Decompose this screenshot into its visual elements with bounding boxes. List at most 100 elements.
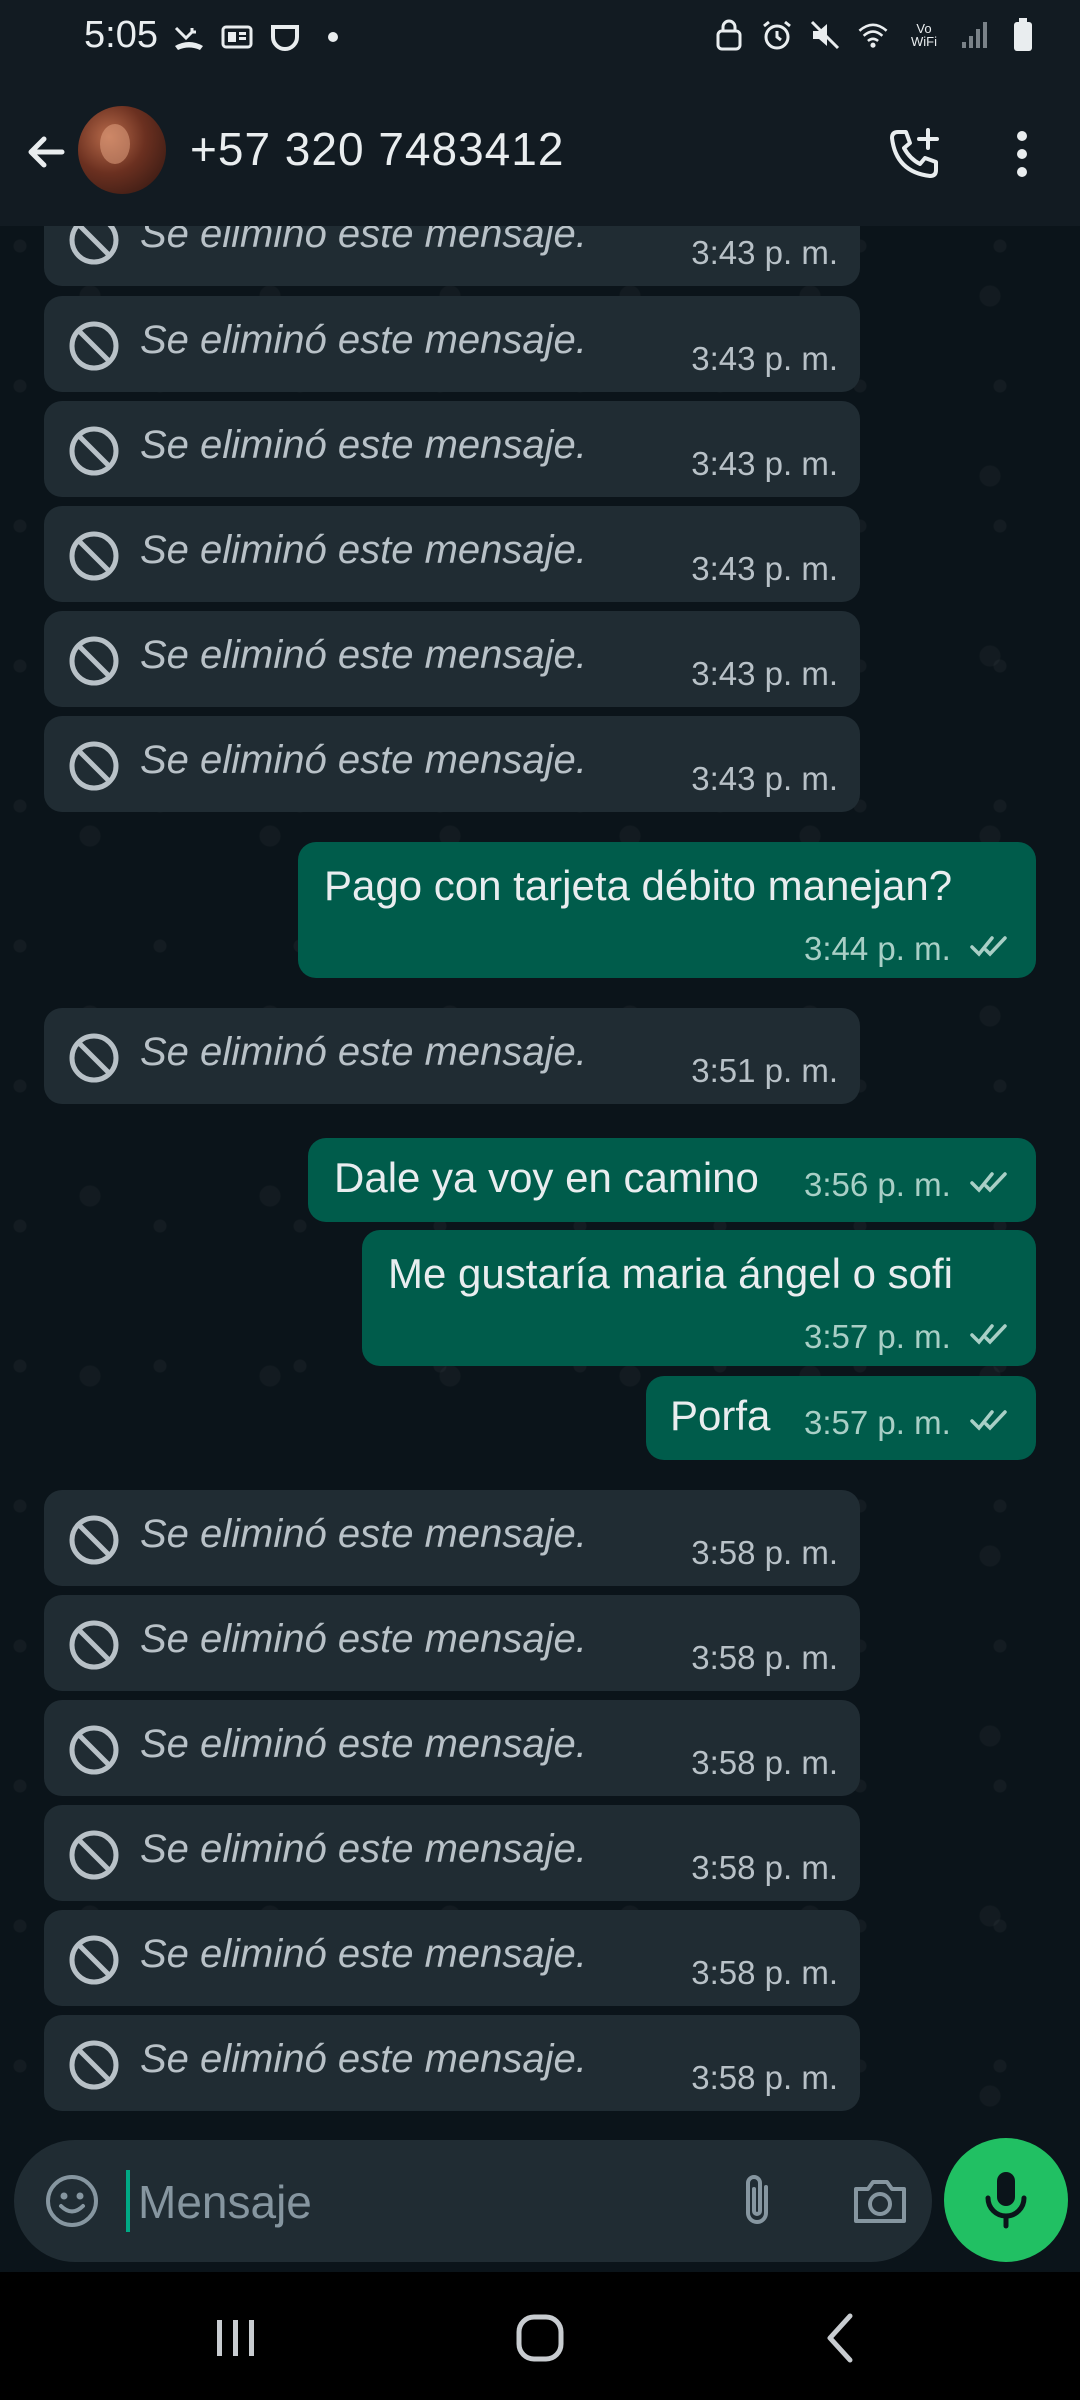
message-time: 3:57 p. m. — [804, 1404, 951, 1441]
recent-apps-button[interactable] — [196, 2306, 276, 2370]
status-left-icons — [172, 20, 350, 54]
message-text: Pago con tarjeta débito manejan? — [324, 862, 953, 909]
deleted-message-text: Se eliminó este mensaje. — [140, 1932, 587, 1976]
message-text: Me gustaría maria ángel o sofi — [388, 1250, 953, 1297]
message-time: 3:43 p. m. — [691, 234, 838, 271]
message-time: 3:43 p. m. — [691, 655, 838, 692]
message-time: 3:57 p. m. — [804, 1318, 951, 1355]
more-vertical-icon — [1017, 131, 1027, 177]
message-time: 3:44 p. m. — [804, 930, 951, 967]
deleted-message[interactable]: Se eliminó este mensaje. 3:43 p. m. — [44, 401, 860, 497]
deleted-message[interactable]: Se eliminó este mensaje. 3:58 p. m. — [44, 1910, 860, 2006]
block-icon — [69, 1935, 119, 1985]
back-button[interactable] — [18, 120, 74, 184]
deleted-message[interactable]: Se eliminó este mensaje. 3:58 p. m. — [44, 1700, 860, 1796]
block-icon — [69, 321, 119, 371]
block-icon — [69, 1033, 119, 1083]
outgoing-message[interactable]: Porfa 3:57 p. m. — [646, 1376, 1036, 1460]
deleted-message-text: Se eliminó este mensaje. — [140, 2037, 587, 2081]
status-right-icons: Vo WiFi — [712, 18, 1040, 52]
contact-name[interactable]: +57 320 7483412 — [190, 122, 564, 176]
message-time: 3:58 p. m. — [691, 1954, 838, 1991]
message-time: 3:43 p. m. — [691, 340, 838, 377]
microphone-icon — [985, 2172, 1027, 2229]
mute-icon — [808, 18, 842, 52]
system-navigation-bar — [0, 2272, 1080, 2400]
wifi-icon — [856, 18, 890, 52]
message-time: 3:58 p. m. — [691, 1534, 838, 1571]
message-text: Dale ya voy en camino — [334, 1154, 759, 1201]
message-input[interactable] — [136, 2164, 700, 2240]
deleted-message-text: Se eliminó este mensaje. — [140, 633, 587, 677]
status-bar: 5:05 Vo WiFi — [0, 0, 1080, 78]
deleted-message[interactable]: Se eliminó este mensaje. 3:58 p. m. — [44, 1805, 860, 1901]
deleted-message[interactable]: Se eliminó este mensaje. 3:43 p. m. — [44, 226, 860, 286]
deleted-message[interactable]: Se eliminó este mensaje. 3:43 p. m. — [44, 611, 860, 707]
block-icon — [69, 1620, 119, 1670]
lock-icon — [712, 18, 746, 52]
vowifi-icon: Vo WiFi — [911, 21, 937, 49]
alarm-icon — [760, 18, 794, 52]
outgoing-message[interactable]: Pago con tarjeta débito manejan? 3:44 p.… — [298, 842, 1036, 978]
signal-icon — [958, 18, 992, 52]
outgoing-message[interactable]: Me gustaría maria ángel o sofi 3:57 p. m… — [362, 1230, 1036, 1366]
block-icon — [69, 636, 119, 686]
message-time: 3:43 p. m. — [691, 760, 838, 797]
double-check-icon — [970, 1410, 1007, 1431]
deleted-message[interactable]: Se eliminó este mensaje. 3:43 p. m. — [44, 716, 860, 812]
back-nav-button[interactable] — [800, 2306, 880, 2370]
chat-header: +57 320 7483412 — [0, 78, 1080, 226]
block-icon — [69, 741, 119, 791]
outgoing-message[interactable]: Dale ya voy en camino 3:56 p. m. — [308, 1138, 1036, 1222]
deleted-message-text: Se eliminó este mensaje. — [140, 1030, 587, 1074]
gif-icon — [220, 20, 254, 54]
deleted-message[interactable]: Se eliminó este mensaje. 3:58 p. m. — [44, 2015, 860, 2111]
deleted-message-text: Se eliminó este mensaje. — [140, 318, 587, 362]
battery-icon — [1006, 18, 1040, 52]
deleted-message-text: Se eliminó este mensaje. — [140, 738, 587, 782]
deleted-message[interactable]: Se eliminó este mensaje. 3:51 p. m. — [44, 1008, 860, 1104]
block-icon — [69, 1830, 119, 1880]
home-button[interactable] — [500, 2306, 580, 2370]
emoji-icon[interactable] — [42, 2171, 102, 2231]
double-check-icon — [970, 1172, 1007, 1193]
deleted-message[interactable]: Se eliminó este mensaje. 3:43 p. m. — [44, 296, 860, 392]
text-cursor — [126, 2170, 130, 2232]
chat-messages[interactable]: Se eliminó este mensaje. 3:43 p. m. Se e… — [0, 226, 1080, 2120]
deleted-message[interactable]: Se eliminó este mensaje. 3:58 p. m. — [44, 1490, 860, 1586]
more-options-button[interactable] — [1000, 122, 1044, 186]
double-check-icon — [970, 936, 1007, 957]
contact-avatar[interactable] — [78, 106, 166, 194]
arrow-left-icon — [28, 136, 65, 168]
deleted-message-text: Se eliminó este mensaje. — [140, 423, 587, 467]
block-icon — [69, 2040, 119, 2090]
block-icon — [69, 426, 119, 476]
message-text: Porfa — [670, 1392, 771, 1439]
home-icon — [516, 2314, 564, 2362]
deleted-message[interactable]: Se eliminó este mensaje. 3:58 p. m. — [44, 1595, 860, 1691]
message-time: 3:58 p. m. — [691, 1639, 838, 1676]
block-icon — [69, 226, 119, 265]
camera-icon[interactable] — [848, 2171, 912, 2231]
message-time: 3:56 p. m. — [804, 1166, 951, 1203]
double-check-icon — [970, 1324, 1007, 1345]
message-composer — [14, 2140, 932, 2262]
headset-icon — [268, 20, 302, 54]
message-time: 3:51 p. m. — [691, 1052, 838, 1089]
deleted-message-text: Se eliminó este mensaje. — [140, 1827, 587, 1871]
paperclip-icon[interactable] — [726, 2169, 790, 2233]
deleted-message-text: Se eliminó este mensaje. — [140, 226, 587, 256]
add-call-button[interactable] — [882, 122, 946, 186]
voice-message-button[interactable] — [944, 2138, 1068, 2262]
deleted-message-text: Se eliminó este mensaje. — [140, 1617, 587, 1661]
block-icon — [69, 1515, 119, 1565]
status-time: 5:05 — [84, 14, 158, 56]
message-time: 3:58 p. m. — [691, 1744, 838, 1781]
deleted-message-text: Se eliminó este mensaje. — [140, 1512, 587, 1556]
deleted-message[interactable]: Se eliminó este mensaje. 3:43 p. m. — [44, 506, 860, 602]
deleted-message-text: Se eliminó este mensaje. — [140, 1722, 587, 1766]
recent-apps-icon — [217, 2320, 254, 2356]
message-time: 3:58 p. m. — [691, 2059, 838, 2096]
message-time: 3:43 p. m. — [691, 550, 838, 587]
message-time: 3:43 p. m. — [691, 445, 838, 482]
